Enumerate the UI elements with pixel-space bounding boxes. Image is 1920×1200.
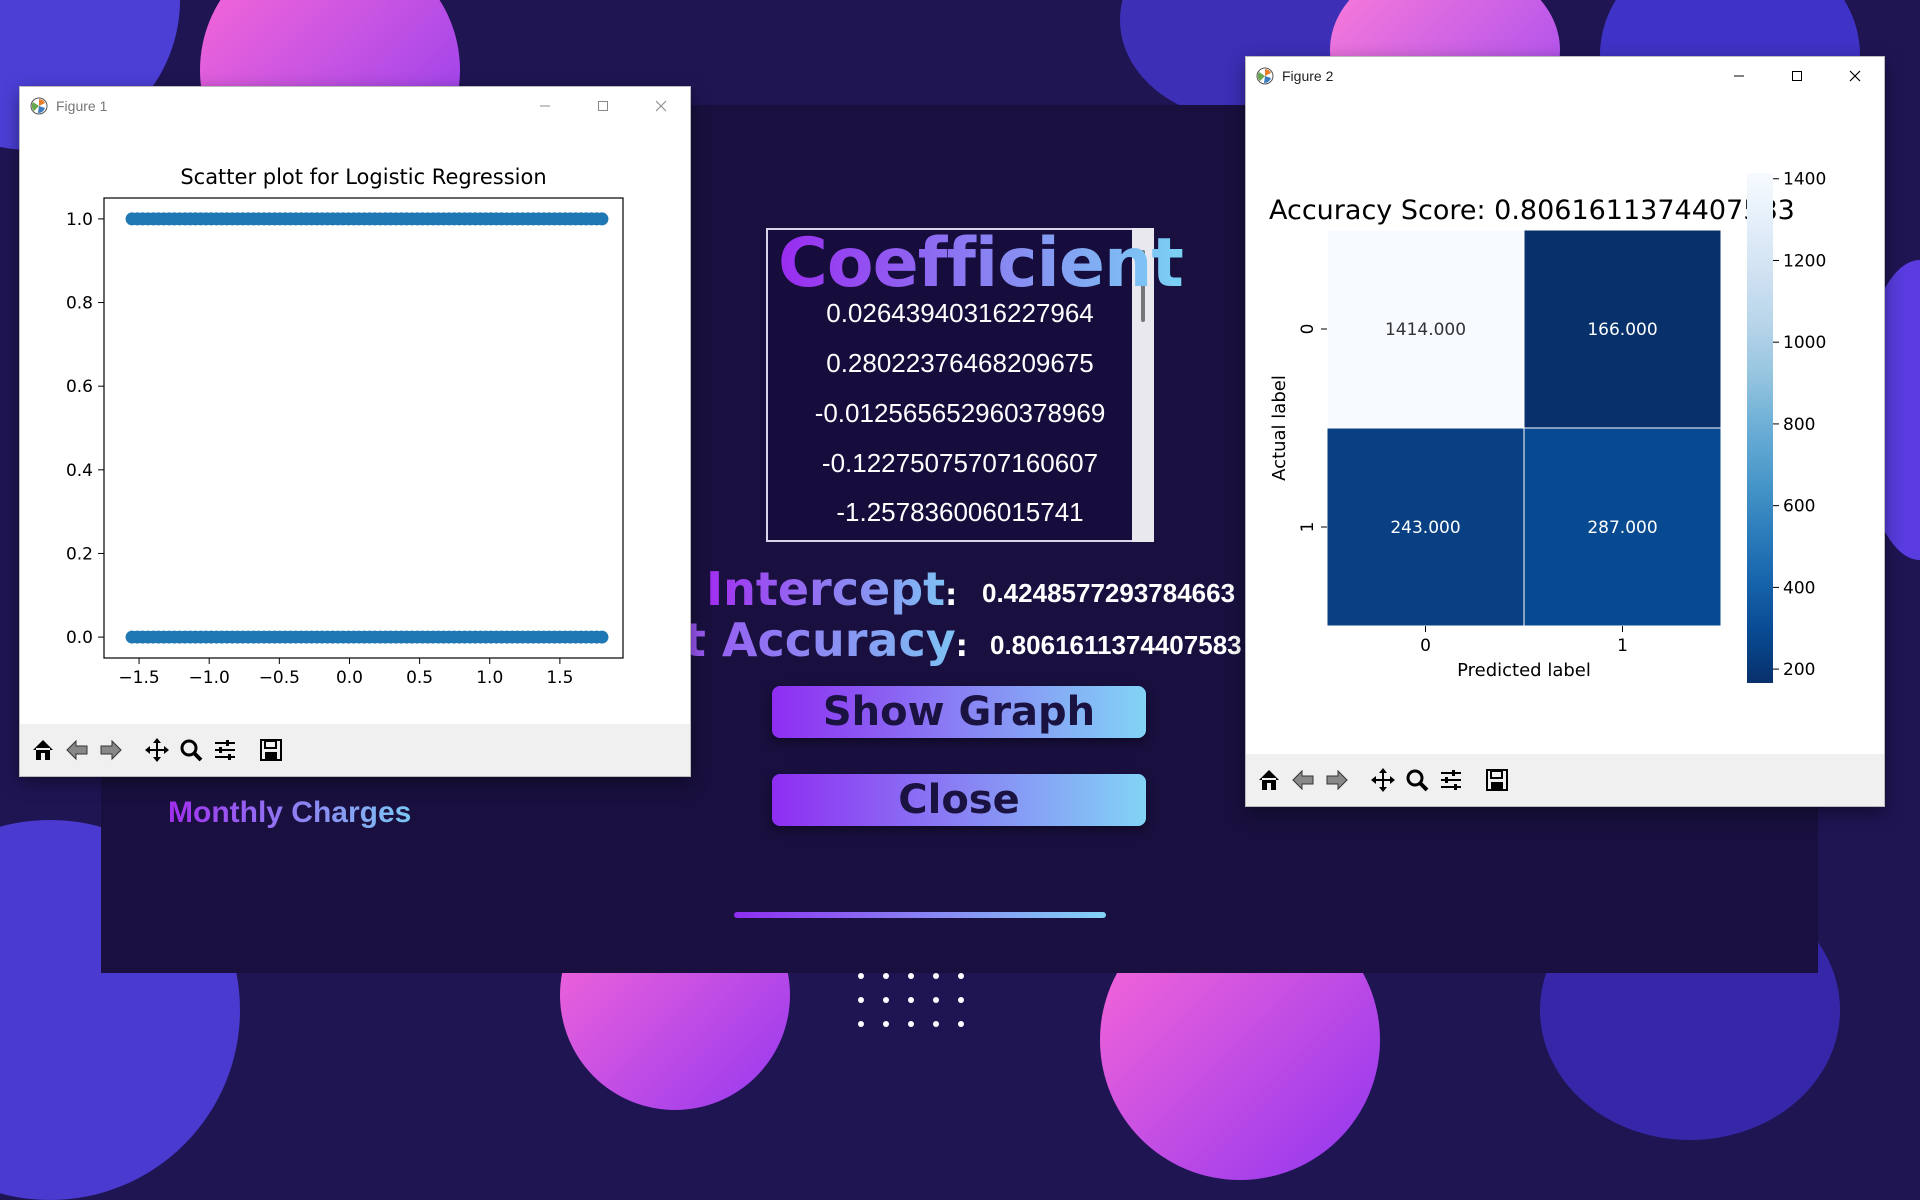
x-tick-label: 1.5 — [546, 668, 573, 688]
scatter-point — [595, 212, 609, 226]
chart-title: Accuracy Score: 0.8061611374407583 — [1269, 195, 1795, 226]
decorative-bar — [734, 912, 1106, 918]
save-icon[interactable] — [1480, 761, 1514, 799]
maximize-icon[interactable] — [574, 87, 632, 125]
window-title: Figure 2 — [1282, 68, 1334, 84]
close-icon[interactable] — [1826, 57, 1884, 95]
x-tick-label: 1 — [1617, 636, 1628, 656]
figure1-toolbar — [20, 724, 690, 776]
cell-value-label: 243.000 — [1390, 518, 1460, 538]
scatter-point — [595, 630, 609, 644]
coefficient-value: -0.012565652960378969 — [814, 398, 1106, 428]
scatter-plot: Scatter plot for Logistic Regression −1.5… — [66, 165, 624, 688]
window-title: Figure 1 — [56, 98, 108, 114]
home-icon[interactable] — [26, 731, 60, 769]
test-accuracy-value: 0.8061611374407583 — [990, 630, 1242, 660]
coefficient-value: 0.28022376468209675 — [826, 348, 1094, 378]
x-tick-label: 0.5 — [406, 668, 433, 688]
zoom-icon[interactable] — [1400, 761, 1434, 799]
colorbar-tick-label: 200 — [1783, 660, 1815, 680]
minimize-icon[interactable] — [1710, 57, 1768, 95]
close-button[interactable]: Close — [772, 774, 1146, 826]
show-graph-button[interactable]: Show Graph — [772, 686, 1146, 738]
plot-area — [103, 197, 624, 659]
intercept-label: Intercept: — [706, 562, 958, 616]
minimize-icon[interactable] — [516, 87, 574, 125]
cell-value-label: 1414.000 — [1385, 320, 1466, 340]
figure2-titlebar[interactable]: Figure 2 — [1246, 57, 1884, 95]
colorbar-tick-label: 800 — [1783, 415, 1815, 435]
intercept-value: 0.4248577293784663 — [982, 578, 1236, 608]
x-tick-label: 1.0 — [476, 668, 503, 688]
y-tick-label: 1.0 — [66, 210, 93, 230]
x-tick-label: 0 — [1420, 636, 1431, 656]
close-icon[interactable] — [632, 87, 690, 125]
y-axis-label: Actual label — [1269, 375, 1290, 481]
y-tick-label: 0.0 — [66, 628, 93, 648]
y-tick-label: 0.6 — [66, 377, 93, 397]
coefficient-value: 0.02643940316227964 — [826, 298, 1094, 328]
coefficient-value: -0.12275075707160607 — [821, 448, 1099, 478]
y-tick-label: 1 — [1298, 522, 1318, 533]
cell-value-label: 166.000 — [1587, 320, 1657, 340]
x-tick-label: 0.0 — [336, 668, 363, 688]
x-axis-label: Predicted label — [1457, 660, 1591, 681]
zoom-icon[interactable] — [174, 731, 208, 769]
coefficient-value: -1.257836006015741 — [836, 497, 1084, 527]
y-tick-label: 0.4 — [66, 461, 93, 481]
x-tick-label: −1.0 — [189, 668, 230, 688]
cell-value-label: 287.000 — [1587, 518, 1657, 538]
back-arrow-icon[interactable] — [1286, 761, 1320, 799]
coefficient-title: Coefficient — [778, 224, 1184, 303]
matplotlib-icon — [1256, 67, 1274, 85]
forward-arrow-icon[interactable] — [1320, 761, 1354, 799]
y-tick-label: 0.2 — [66, 544, 93, 564]
home-icon[interactable] — [1252, 761, 1286, 799]
figure2-window: Figure 2 Accuracy Score: 0.8061611374407… — [1246, 57, 1884, 806]
colorbar-tick-label: 1000 — [1783, 333, 1826, 353]
x-tick-label: −1.5 — [118, 668, 159, 688]
confusion-matrix-heatmap: Accuracy Score: 0.8061611374407583 1414.0… — [1269, 170, 1826, 683]
colorbar-tick-label: 1400 — [1783, 170, 1826, 190]
matplotlib-icon — [30, 97, 48, 115]
y-tick-label: 0.8 — [66, 294, 93, 314]
forward-arrow-icon[interactable] — [94, 731, 128, 769]
colorbar-tick-label: 1200 — [1783, 251, 1826, 271]
pan-icon[interactable] — [140, 731, 174, 769]
chart-title: Scatter plot for Logistic Regression — [180, 165, 546, 189]
y-tick-label: 0 — [1298, 324, 1318, 335]
colorbar-tick-label: 400 — [1783, 578, 1815, 598]
configure-subplots-icon[interactable] — [1434, 761, 1468, 799]
figure2-toolbar — [1246, 754, 1884, 806]
configure-subplots-icon[interactable] — [208, 731, 242, 769]
monthly-charges-label: Monthly Charges — [168, 796, 412, 829]
figure1-titlebar[interactable]: Figure 1 — [20, 87, 690, 125]
pan-icon[interactable] — [1366, 761, 1400, 799]
colorbar-tick-label: 600 — [1783, 497, 1815, 517]
save-icon[interactable] — [254, 731, 288, 769]
colorbar — [1747, 173, 1773, 683]
maximize-icon[interactable] — [1768, 57, 1826, 95]
back-arrow-icon[interactable] — [60, 731, 94, 769]
x-tick-label: −0.5 — [259, 668, 300, 688]
figure1-window: Figure 1 Scatter plot for Logistic Regre… — [20, 87, 690, 776]
